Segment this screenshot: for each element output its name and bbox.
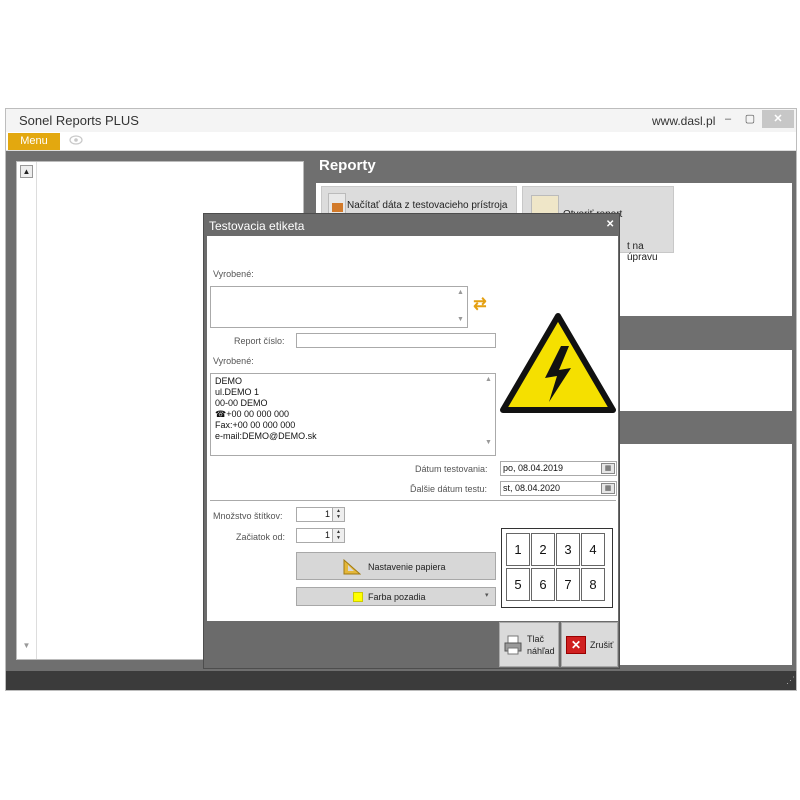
app-title: Sonel Reports PLUS [19, 113, 139, 128]
ruler-icon [343, 558, 362, 575]
next-test-date-label: Ďalšie dátum testu: [410, 484, 488, 494]
cancel-button[interactable]: ✕ Zrušiť [561, 622, 618, 667]
start-from-label: Začiatok od: [236, 532, 286, 542]
cancel-label: Zrušiť [590, 640, 614, 650]
card-tertiary [620, 444, 792, 665]
grid-cell[interactable]: 4 [581, 533, 605, 566]
background-color-label: Farba pozadia [368, 592, 426, 602]
print-preview-button[interactable]: Tlač náhľad [499, 622, 559, 667]
printer-icon [504, 635, 522, 655]
stepper-arrows-icon[interactable]: ▲ ▼ [332, 508, 344, 521]
address-line: DEMO [215, 376, 242, 386]
address-line: ul.DEMO 1 [215, 387, 260, 397]
address-line: e-mail:DEMO@DEMO.sk [215, 431, 317, 441]
title-bar: Sonel Reports PLUS www.dasl.pl – ▢ ✕ [6, 109, 796, 132]
divider [210, 500, 616, 501]
device-icon [328, 193, 346, 215]
grid-cell[interactable]: 1 [506, 533, 530, 566]
grid-cell[interactable]: 2 [531, 533, 555, 566]
scroll-up-button[interactable]: ▲ [20, 165, 33, 178]
refresh-icon[interactable]: ⇄ [471, 296, 489, 314]
close-icon: ✕ [566, 636, 586, 654]
vyrobene-address-label: Vyrobené: [213, 356, 254, 366]
test-date-label: Dátum testovania: [415, 464, 488, 474]
report-number-label: Report číslo: [234, 336, 285, 346]
panel-divider [36, 162, 37, 659]
app-url[interactable]: www.dasl.pl [652, 114, 715, 128]
color-swatch-icon [353, 592, 363, 602]
grid-cell[interactable]: 7 [556, 568, 580, 601]
calendar-icon[interactable]: ▦ [601, 483, 615, 494]
vyrobene-label: Vyrobené: [213, 269, 254, 279]
tile-label: Načítať dáta z testovacieho prístroja [347, 200, 508, 211]
address-textarea[interactable]: DEMO ul.DEMO 1 00-00 DEMO ☎+00 00 000 00… [210, 373, 496, 456]
textarea-scrollbar[interactable]: ▲ ▼ [483, 375, 494, 454]
tile-label: t na úpravu [627, 241, 658, 263]
address-line: 00-00 DEMO [215, 398, 268, 408]
label-position-grid[interactable]: 1 2 3 4 5 6 7 8 [501, 528, 613, 608]
address-line: Fax:+00 00 000 000 [215, 420, 296, 430]
dialog-close-button[interactable]: ✕ [606, 219, 614, 230]
stepper-arrows-icon[interactable]: ▲ ▼ [332, 529, 344, 542]
background-color-dropdown[interactable]: Farba pozadia ▾ [296, 587, 496, 606]
status-bar [6, 671, 796, 690]
dialog-title: Testovacia etiketa [209, 219, 305, 233]
label-count-label: Množstvo štítkov: [213, 511, 283, 521]
start-from-value: 1 [324, 530, 330, 540]
test-date-value: po, 08.04.2019 [503, 463, 564, 473]
report-number-input[interactable] [296, 333, 496, 348]
vyrobene-textarea[interactable]: ▲ ▼ [210, 286, 468, 328]
menu-bar: Menu [6, 132, 796, 151]
next-test-date-picker[interactable]: st, 08.04.2020 ▦ [500, 481, 617, 496]
grid-cell[interactable]: 5 [506, 568, 530, 601]
grid-cell[interactable]: 6 [531, 568, 555, 601]
menu-button[interactable]: Menu [8, 133, 60, 150]
grid-cell[interactable]: 8 [581, 568, 605, 601]
section-title: Reporty [319, 157, 376, 174]
grid-cell[interactable]: 3 [556, 533, 580, 566]
chevron-down-icon: ▾ [485, 592, 489, 599]
paper-settings-label: Nastavenie papiera [368, 562, 446, 572]
next-test-date-value: st, 08.04.2020 [503, 483, 561, 493]
close-window-button[interactable]: ✕ [762, 110, 794, 128]
label-count-value: 1 [324, 509, 330, 519]
card-secondary [620, 350, 792, 411]
dialog-body: Vyrobené: ▲ ▼ ⇄ Report číslo: Vyrobené: D… [207, 236, 618, 621]
start-from-stepper[interactable]: 1 ▲ ▼ [296, 528, 345, 543]
print-label: Tlač [527, 634, 545, 644]
high-voltage-warning-icon [499, 312, 617, 416]
calendar-icon[interactable]: ▦ [601, 463, 615, 474]
maximize-button[interactable]: ▢ [740, 110, 760, 128]
scroll-down-button[interactable]: ▼ [20, 639, 33, 652]
resize-grip-icon[interactable]: ⋰ [786, 675, 795, 686]
preview-label: náhľad [527, 646, 555, 656]
textarea-scrollbar[interactable]: ▲ ▼ [455, 288, 466, 326]
paper-settings-button[interactable]: Nastavenie papiera [296, 552, 496, 580]
address-line: ☎+00 00 000 000 [215, 409, 290, 419]
test-label-dialog: Testovacia etiketa ✕ Vyrobené: ▲ ▼ ⇄ Repo… [203, 213, 620, 669]
eye-icon[interactable] [69, 135, 83, 147]
label-count-stepper[interactable]: 1 ▲ ▼ [296, 507, 345, 522]
test-date-picker[interactable]: po, 08.04.2019 ▦ [500, 461, 617, 476]
minimize-button[interactable]: – [718, 110, 738, 128]
